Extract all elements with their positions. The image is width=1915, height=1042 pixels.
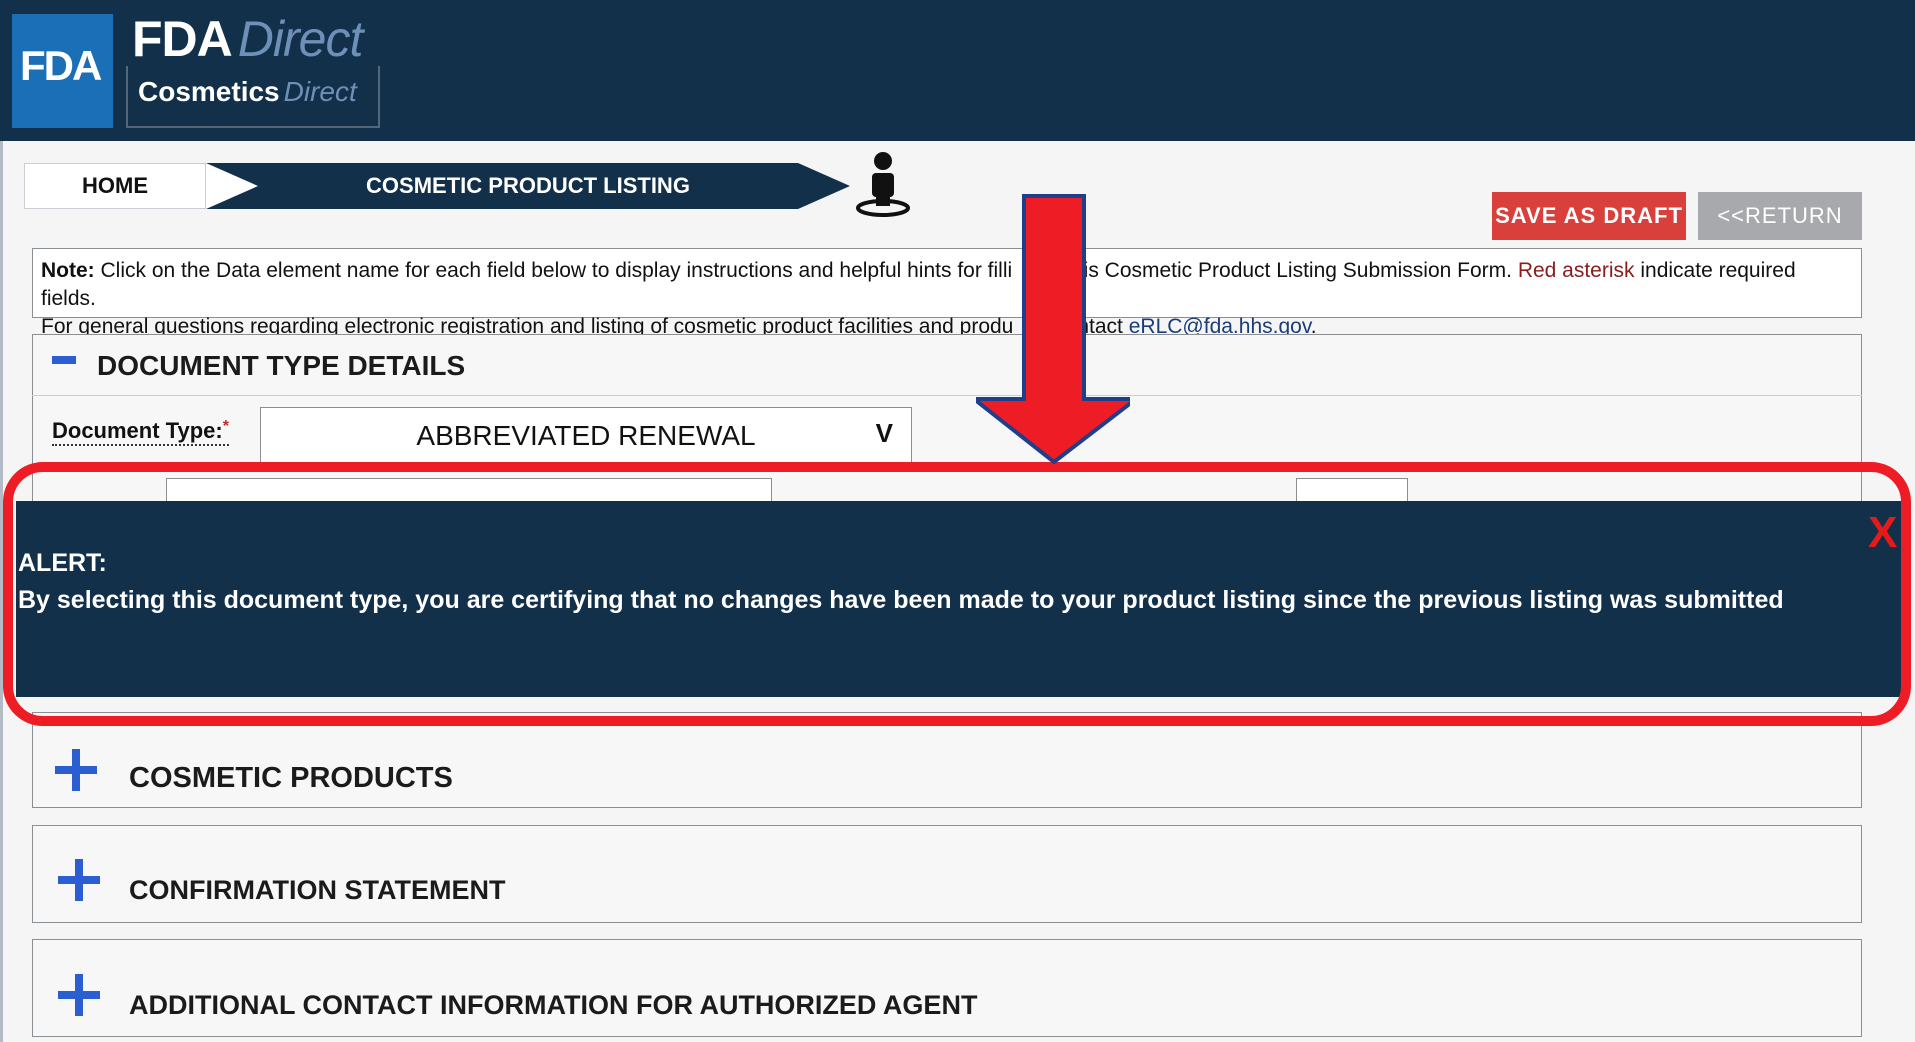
expand-plus-icon[interactable]: [55, 749, 97, 791]
breadcrumb-end-arrow: [798, 163, 850, 209]
red-asterisk-text: Red asterisk: [1517, 259, 1635, 282]
collapse-icon[interactable]: [52, 356, 76, 364]
document-type-title[interactable]: DOCUMENT TYPE DETAILS: [97, 350, 465, 382]
brand-title: FDA Direct: [132, 11, 363, 67]
fda-logo[interactable]: FDA: [12, 14, 113, 128]
confirmation-statement-section[interactable]: [32, 825, 1862, 923]
instructions-note: Note: Click on the Data element name for…: [32, 248, 1862, 338]
annotation-arrow-icon: [976, 194, 1130, 464]
breadcrumb-home[interactable]: HOME: [24, 163, 206, 209]
confirmation-statement-title: CONFIRMATION STATEMENT: [129, 875, 506, 905]
breadcrumb-separator: [206, 163, 258, 209]
return-button[interactable]: <<RETURN: [1698, 192, 1862, 240]
authorized-agent-title: ADDITIONAL CONTACT INFORMATION FOR AUTHO…: [129, 990, 978, 1020]
annotation-highlight: [3, 462, 1911, 726]
chevron-down-icon: V: [875, 418, 893, 448]
user-location-icon[interactable]: [854, 150, 912, 218]
expand-plus-icon[interactable]: [58, 859, 100, 901]
brand-subtitle: Cosmetics Direct: [138, 76, 357, 107]
breadcrumb-current: COSMETIC PRODUCT LISTING: [206, 163, 850, 209]
cosmetic-products-title: COSMETIC PRODUCTS: [129, 762, 453, 794]
expand-plus-icon[interactable]: [58, 974, 100, 1016]
document-type-label[interactable]: Document Type:*: [52, 418, 229, 446]
app-header: FDA FDA Direct Cosmetics Direct: [0, 0, 1915, 141]
note-line-1: Note: Click on the Data element name for…: [41, 259, 1796, 310]
document-type-select[interactable]: ABBREVIATED RENEWAL V: [260, 407, 912, 465]
save-as-draft-button[interactable]: SAVE AS DRAFT: [1492, 192, 1686, 240]
fda-logo-text: FDA: [20, 42, 102, 89]
document-type-value: ABBREVIATED RENEWAL: [416, 420, 756, 451]
authorized-agent-section[interactable]: [32, 939, 1862, 1037]
